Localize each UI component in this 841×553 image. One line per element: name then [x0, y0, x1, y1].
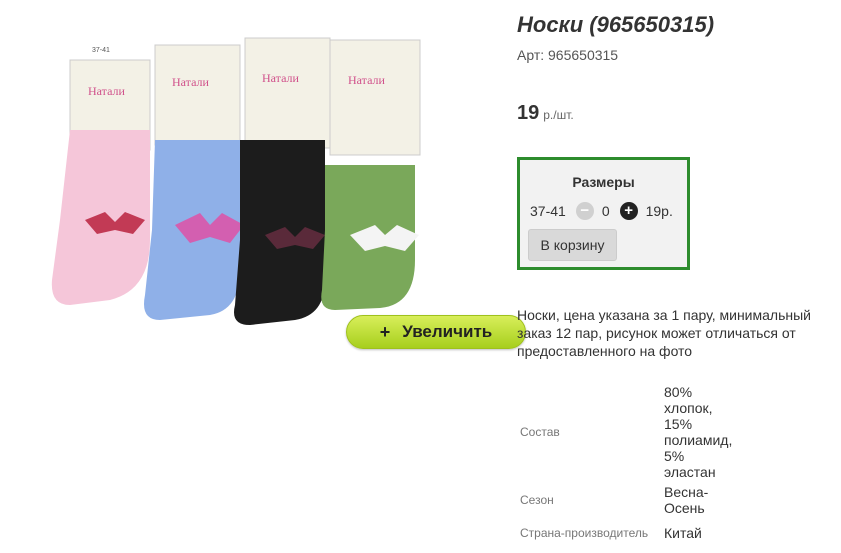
attribute-row: Состав 80% хлопок, 15% полиамид, 5% элас…	[517, 380, 739, 483]
plus-icon: +	[379, 322, 391, 342]
price-value: 19	[517, 102, 540, 124]
product-description: Носки, цена указана за 1 пару, минимальн…	[517, 307, 811, 359]
package-brand: Натали	[172, 75, 209, 89]
size-price: 19р.	[645, 203, 673, 219]
attributes-table: Состав 80% хлопок, 15% полиамид, 5% элас…	[517, 380, 739, 550]
attribute-row: Сезон Весна-Осень	[517, 483, 739, 516]
zoom-button[interactable]: + Увеличить	[346, 315, 526, 349]
product-sku: Арт: 965650315	[517, 47, 619, 63]
product-price: 19 р./шт.	[517, 102, 574, 125]
package-brand: Натали	[88, 84, 125, 98]
attribute-row: Страна-производитель Китай	[517, 516, 739, 550]
decrement-button[interactable]: −	[575, 202, 594, 220]
increment-button[interactable]: +	[619, 202, 638, 220]
size-row: 37-41 − 0 + 19р.	[530, 202, 673, 220]
sizes-title: Размеры	[572, 174, 635, 190]
size-label: 37-41	[530, 203, 566, 219]
package-brand: Натали	[262, 71, 299, 85]
zoom-button-label: Увеличить	[402, 322, 493, 341]
attribute-name: Страна-производитель	[520, 526, 649, 540]
product-title: Носки (965650315)	[517, 12, 715, 37]
price-unit: р./шт.	[543, 108, 574, 122]
package-brand: Натали	[348, 73, 385, 87]
attribute-value: Весна-Осень	[664, 483, 709, 516]
quantity-value[interactable]: 0	[602, 203, 610, 219]
product-gallery: 37-41 Натали Натали Натали Натали + Увел…	[40, 20, 526, 349]
sizes-panel: Размеры 37-41 − 0 + 19р. В корзину	[517, 157, 690, 270]
attribute-name: Состав	[520, 424, 560, 439]
attribute-value: 80% хлопок, 15% полиамид, 5% эластан	[664, 383, 733, 480]
product-photo[interactable]: 37-41 Натали Натали Натали Натали	[40, 20, 500, 340]
add-to-cart-button[interactable]: В корзину	[528, 229, 617, 261]
attribute-value: Китай	[664, 525, 702, 541]
attribute-name: Сезон	[520, 492, 554, 507]
package-size-label: 37-41	[92, 47, 110, 54]
